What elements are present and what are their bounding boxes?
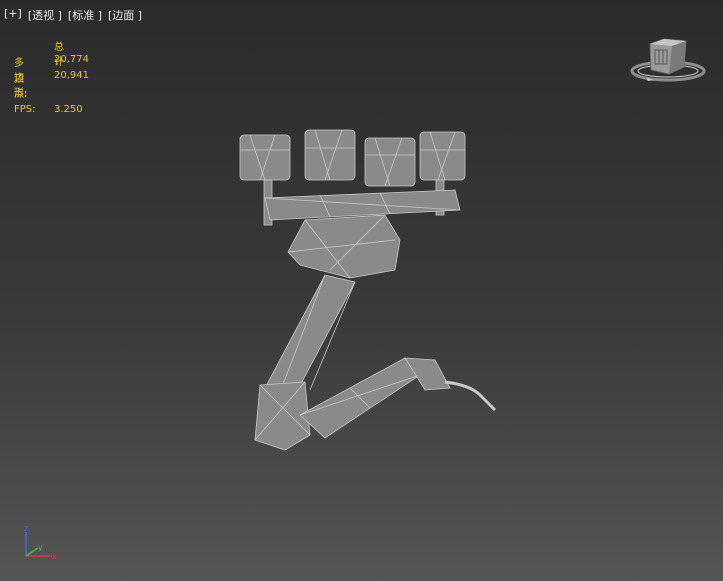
robot-arm-model[interactable] (230, 120, 510, 464)
viewport-plus-menu[interactable]: [+] (4, 7, 22, 23)
axis-x-label: x (52, 552, 57, 561)
cable (444, 380, 497, 412)
gripper-crossbeam (264, 189, 461, 221)
wrist-housing (287, 214, 401, 279)
viewport-shading-menu[interactable]: [标准 ] (68, 7, 102, 23)
axis-y-label: y (38, 543, 43, 552)
gripper-head-3 (364, 137, 416, 187)
fps-value: 3.250 (54, 104, 83, 115)
axis-z-label: z (24, 524, 28, 533)
viewport-label-menu: [+] [透视 ] [标准 ] [边面 ] (4, 7, 142, 23)
fps-label: FPS: (14, 104, 36, 115)
viewport-view-menu[interactable]: [透视 ] (28, 7, 62, 23)
vertices-label: 顶点: (14, 74, 28, 100)
polygons-value: 20,774 (54, 54, 89, 65)
axis-tripod-icon: z x y (18, 522, 68, 566)
upper-arm (264, 274, 356, 396)
vertices-value: 20,941 (54, 70, 89, 81)
gripper-head-2 (304, 129, 356, 181)
viewport-edges-menu[interactable]: [边面 ] (108, 7, 142, 23)
viewcube-icon[interactable] (628, 36, 710, 92)
